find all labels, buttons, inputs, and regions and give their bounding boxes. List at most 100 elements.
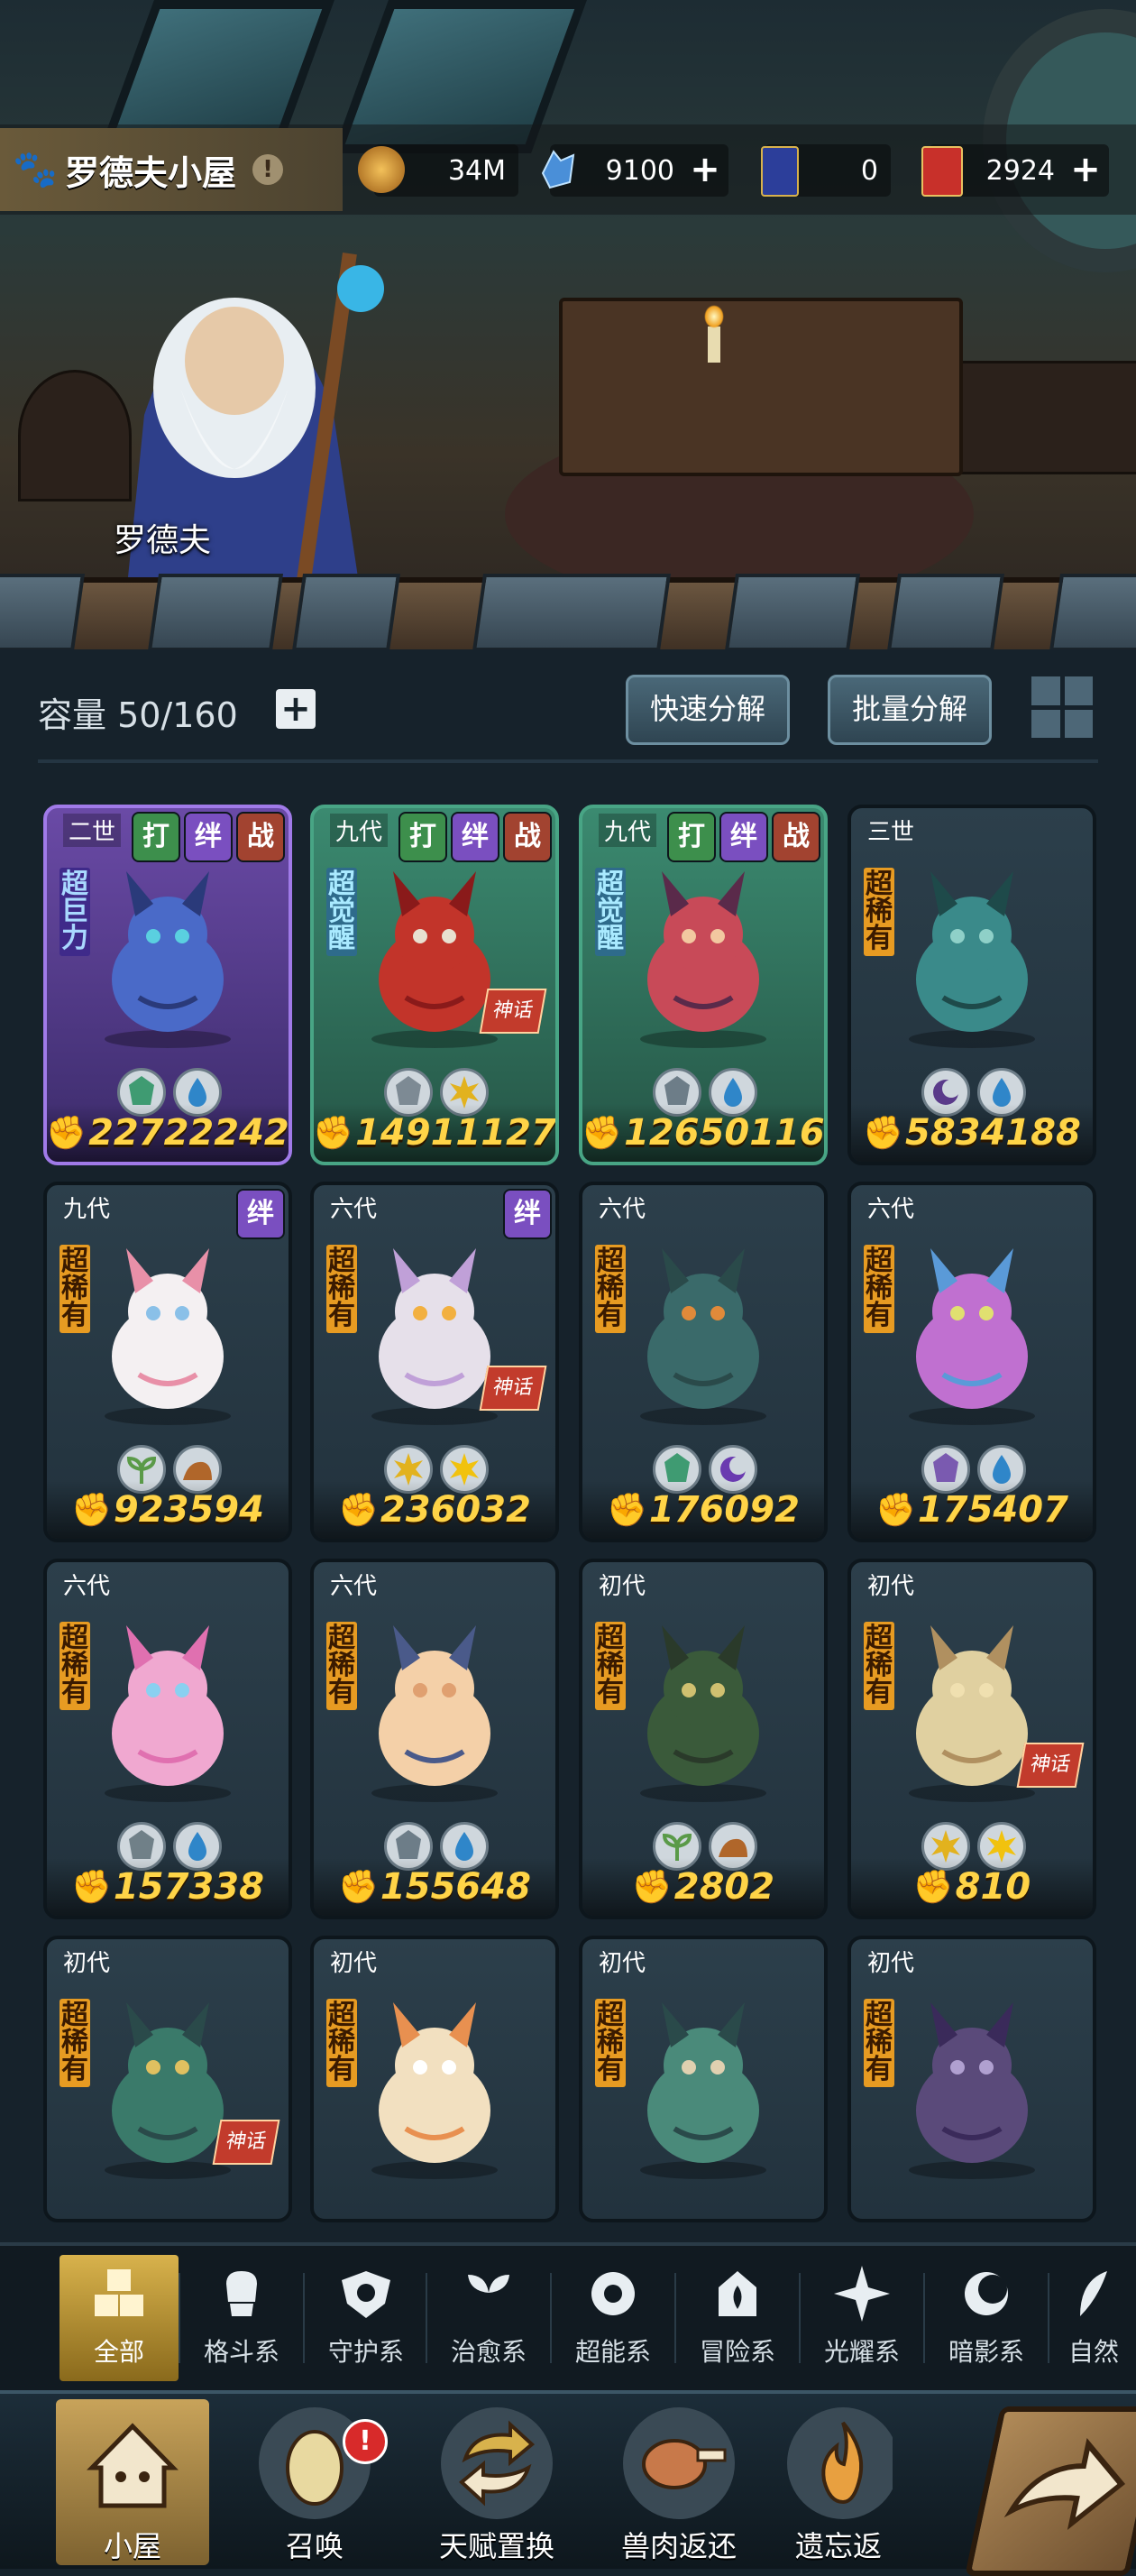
pet-card[interactable]: 初代 超稀有 神话 ✊ 810 xyxy=(847,1559,1096,1919)
pet-card[interactable]: 六代 超稀有 绊神话 ✊ 236032 xyxy=(310,1182,559,1542)
batch-decompose-button[interactable]: 批量分解 xyxy=(828,675,992,745)
tab-guard[interactable]: 守护系 xyxy=(307,2255,426,2381)
pet-card[interactable]: 初代 超稀有 xyxy=(579,1936,828,2222)
power-value: 810 xyxy=(955,1866,1031,1908)
pet-card[interactable]: 二世 超巨力 打绊战 ✊ 22722242 xyxy=(43,805,292,1165)
rarity-badge: 超稀有 xyxy=(326,1999,357,2087)
tab-label: 格斗系 xyxy=(203,2337,279,2367)
rarity-badge: 超觉醒 xyxy=(595,868,626,956)
gold-ticket-icon xyxy=(921,146,963,197)
pet-card[interactable]: 九代 超觉醒 打绊战 ✊ 12650116 xyxy=(579,805,828,1165)
pet-card[interactable]: 六代 超稀有 ✊ 176092 xyxy=(579,1182,828,1542)
rarity-badge: 超稀有 xyxy=(60,1622,90,1710)
pet-card[interactable]: 九代 超觉醒 打绊战神话 ✊ 14911127 xyxy=(310,805,559,1165)
nav-house[interactable]: 小屋 xyxy=(56,2399,209,2565)
rarity-badge: 超稀有 xyxy=(864,1245,894,1333)
resource-ticket[interactable]: 0 xyxy=(761,144,891,197)
power-display: ✊ 175407 xyxy=(851,1481,1093,1539)
tab-light[interactable]: 光耀系 xyxy=(802,2255,921,2381)
power-display: ✊ 236032 xyxy=(314,1481,555,1539)
grid-view-icon[interactable] xyxy=(1031,676,1093,738)
guard-icon xyxy=(334,2262,398,2325)
nav-swap[interactable]: 天赋置换 xyxy=(420,2399,573,2565)
power-icon: ✊ xyxy=(338,1492,379,1529)
tab-psychic[interactable]: 超能系 xyxy=(554,2255,673,2381)
pet-sprite xyxy=(343,1993,527,2183)
power-display: ✊ 923594 xyxy=(47,1481,289,1539)
tab-adventure[interactable]: 冒险系 xyxy=(678,2255,797,2381)
ticket-icon xyxy=(761,146,799,197)
tag-bond: 绊 xyxy=(236,1189,285,1239)
power-icon: ✊ xyxy=(46,1115,87,1152)
generation-label: 初代 xyxy=(63,1950,111,1977)
resource-crystal[interactable]: 9100 + xyxy=(541,144,728,197)
generation-label: 六代 xyxy=(599,1196,646,1223)
power-icon: ✊ xyxy=(582,1115,623,1152)
pet-card[interactable]: 六代 超稀有 ✊ 175407 xyxy=(847,1182,1096,1542)
pet-card[interactable]: 三世 超稀有 ✊ 5834188 xyxy=(847,805,1096,1165)
pet-card[interactable]: 九代 超稀有 绊 ✊ 923594 xyxy=(43,1182,292,1542)
power-value: 157338 xyxy=(113,1866,264,1908)
resource-gold-ticket[interactable]: 2924 + xyxy=(921,144,1109,197)
rail-block xyxy=(0,574,86,649)
rarity-badge: 超稀有 xyxy=(326,1245,357,1333)
tab-divider xyxy=(426,2273,427,2363)
feature-tags: 绊 xyxy=(503,1189,552,1239)
tag-strike: 打 xyxy=(667,812,716,862)
tab-label: 全部 xyxy=(93,2337,144,2367)
nav-flame[interactable]: 遗忘返 xyxy=(784,2399,893,2565)
nav-meat[interactable]: 兽肉返还 xyxy=(602,2399,756,2565)
tab-fighter[interactable]: 格斗系 xyxy=(182,2255,301,2381)
rarity-badge: 超觉醒 xyxy=(326,868,357,956)
nav-label: 小屋 xyxy=(103,2529,161,2563)
generation-label: 二世 xyxy=(63,814,122,847)
nature-icon xyxy=(1062,2262,1125,2325)
crystal-icon xyxy=(541,150,575,189)
rail-block xyxy=(472,574,672,649)
generation-label: 初代 xyxy=(867,1573,915,1600)
rarity-badge: 超稀有 xyxy=(60,1245,90,1333)
tab-divider xyxy=(923,2273,925,2363)
tab-heal[interactable]: 治愈系 xyxy=(429,2255,548,2381)
tab-all[interactable]: 全部 xyxy=(60,2255,179,2381)
info-icon[interactable]: ! xyxy=(252,154,284,185)
pet-card[interactable]: 初代 超稀有 xyxy=(310,1936,559,2222)
tab-dark[interactable]: 暗影系 xyxy=(927,2255,1046,2381)
rail-block xyxy=(886,574,1005,649)
power-display: ✊ 176092 xyxy=(582,1481,824,1539)
tag-strike: 打 xyxy=(132,812,180,862)
rail-block xyxy=(1049,574,1136,649)
pet-card[interactable]: 初代 超稀有 神话 xyxy=(43,1936,292,2222)
tab-nature[interactable]: 自然 xyxy=(1051,2255,1136,2381)
rarity-badge: 超巨力 xyxy=(60,868,90,956)
feature-tags: 打绊战 xyxy=(132,812,285,862)
add-crystal-button[interactable]: + xyxy=(687,152,723,189)
expand-capacity-button[interactable]: + xyxy=(276,689,316,729)
quick-decompose-button[interactable]: 快速分解 xyxy=(626,675,790,745)
pet-sprite xyxy=(611,1239,795,1429)
pet-card[interactable]: 六代 超稀有 ✊ 155648 xyxy=(310,1559,559,1919)
pet-card[interactable]: 六代 超稀有 ✊ 157338 xyxy=(43,1559,292,1919)
tab-divider xyxy=(674,2273,676,2363)
power-icon: ✊ xyxy=(631,1869,673,1906)
tab-label: 暗影系 xyxy=(948,2337,1024,2367)
coin-icon xyxy=(358,146,405,193)
power-value: 175407 xyxy=(917,1489,1068,1531)
tag-battle: 战 xyxy=(236,812,285,862)
resource-value: 34M xyxy=(447,154,506,187)
myth-badge: 神话 xyxy=(212,2120,280,2165)
pet-sprite xyxy=(76,862,260,1052)
rarity-badge: 超稀有 xyxy=(595,1999,626,2087)
power-display: ✊ 2802 xyxy=(582,1858,824,1916)
pet-card[interactable]: 初代 超稀有 xyxy=(847,1936,1096,2222)
resource-coin[interactable]: 34M xyxy=(358,144,518,197)
add-ticket-button[interactable]: + xyxy=(1067,152,1104,189)
power-value: 923594 xyxy=(113,1489,264,1531)
page-title: 罗德夫小屋 xyxy=(65,152,237,193)
pet-card[interactable]: 初代 超稀有 ✊ 2802 xyxy=(579,1559,828,1919)
resource-value: 0 xyxy=(860,154,878,187)
light-icon xyxy=(830,2262,893,2325)
generation-label: 九代 xyxy=(599,814,657,847)
power-value: 2802 xyxy=(673,1866,775,1908)
psychic-icon xyxy=(582,2262,645,2325)
